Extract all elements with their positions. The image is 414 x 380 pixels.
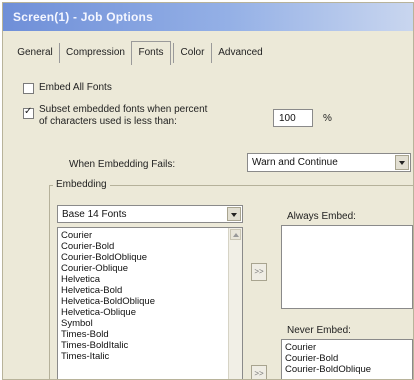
job-options-window: Screen(1) - Job Options General Compress… <box>2 2 414 380</box>
scroll-up-icon[interactable] <box>230 229 241 240</box>
always-embed-list[interactable] <box>281 225 413 309</box>
source-list-scrollbar[interactable] <box>228 228 242 379</box>
subset-percent-value: 100 <box>279 113 296 124</box>
always-embed-label: Always Embed: <box>287 211 356 222</box>
subset-label-line2: of characters used is less than: <box>39 116 177 127</box>
when-embedding-fails-value: Warn and Continue <box>252 157 338 168</box>
move-to-always-button[interactable]: >> <box>251 263 267 281</box>
list-item[interactable]: Courier-Bold <box>282 353 412 364</box>
subset-label-line1: Subset embedded fonts when percent <box>39 104 208 115</box>
list-item[interactable]: Helvetica-Bold <box>58 285 242 296</box>
move-to-never-button[interactable]: >> <box>251 365 267 379</box>
list-item[interactable]: Times-Bold <box>58 329 242 340</box>
list-item[interactable]: Times-BoldItalic <box>58 340 242 351</box>
list-item[interactable]: Times-Italic <box>58 351 242 362</box>
tab-fonts[interactable]: Fonts <box>131 41 171 65</box>
list-item[interactable]: Helvetica-Oblique <box>58 307 242 318</box>
font-source-value: Base 14 Fonts <box>62 209 127 220</box>
when-embedding-fails-select[interactable]: Warn and Continue <box>247 153 411 172</box>
subset-fonts-checkbox[interactable] <box>23 106 34 119</box>
embed-all-fonts-checkbox[interactable] <box>23 83 34 94</box>
list-item[interactable]: Symbol <box>58 318 242 329</box>
subset-percent-input[interactable]: 100 <box>273 109 313 127</box>
list-item[interactable]: Courier-BoldOblique <box>282 364 412 375</box>
window-title: Screen(1) - Job Options <box>13 10 153 24</box>
tab-compression[interactable]: Compression <box>59 43 131 63</box>
embedding-group-label: Embedding <box>53 179 110 190</box>
tab-color[interactable]: Color <box>173 43 211 63</box>
never-embed-list[interactable]: Courier Courier-Bold Courier-BoldOblique <box>281 339 413 379</box>
tab-general[interactable]: General <box>11 43 59 63</box>
list-item[interactable]: Courier <box>282 342 412 353</box>
when-embedding-fails-label: When Embedding Fails: <box>69 159 176 170</box>
font-source-select[interactable]: Base 14 Fonts <box>57 205 243 223</box>
fonts-pane: Embed All Fonts Subset embedded fonts wh… <box>11 65 413 379</box>
source-font-list[interactable]: Courier Courier-Bold Courier-BoldOblique Co… <box>57 227 243 379</box>
list-item[interactable]: Courier-Bold <box>58 241 242 252</box>
chevron-down-icon[interactable] <box>227 207 241 221</box>
list-item[interactable]: Courier <box>58 230 242 241</box>
embed-all-fonts-label: Embed All Fonts <box>39 82 112 93</box>
chevron-down-icon[interactable] <box>395 155 409 170</box>
never-embed-label: Never Embed: <box>287 325 351 336</box>
list-item[interactable]: Courier-BoldOblique <box>58 252 242 263</box>
subset-percent-unit: % <box>323 113 332 124</box>
list-item[interactable]: Helvetica-BoldOblique <box>58 296 242 307</box>
title-bar[interactable]: Screen(1) - Job Options <box>3 3 413 31</box>
tab-advanced[interactable]: Advanced <box>211 43 269 63</box>
list-item[interactable]: Courier-Oblique <box>58 263 242 274</box>
list-item[interactable]: Helvetica <box>58 274 242 285</box>
